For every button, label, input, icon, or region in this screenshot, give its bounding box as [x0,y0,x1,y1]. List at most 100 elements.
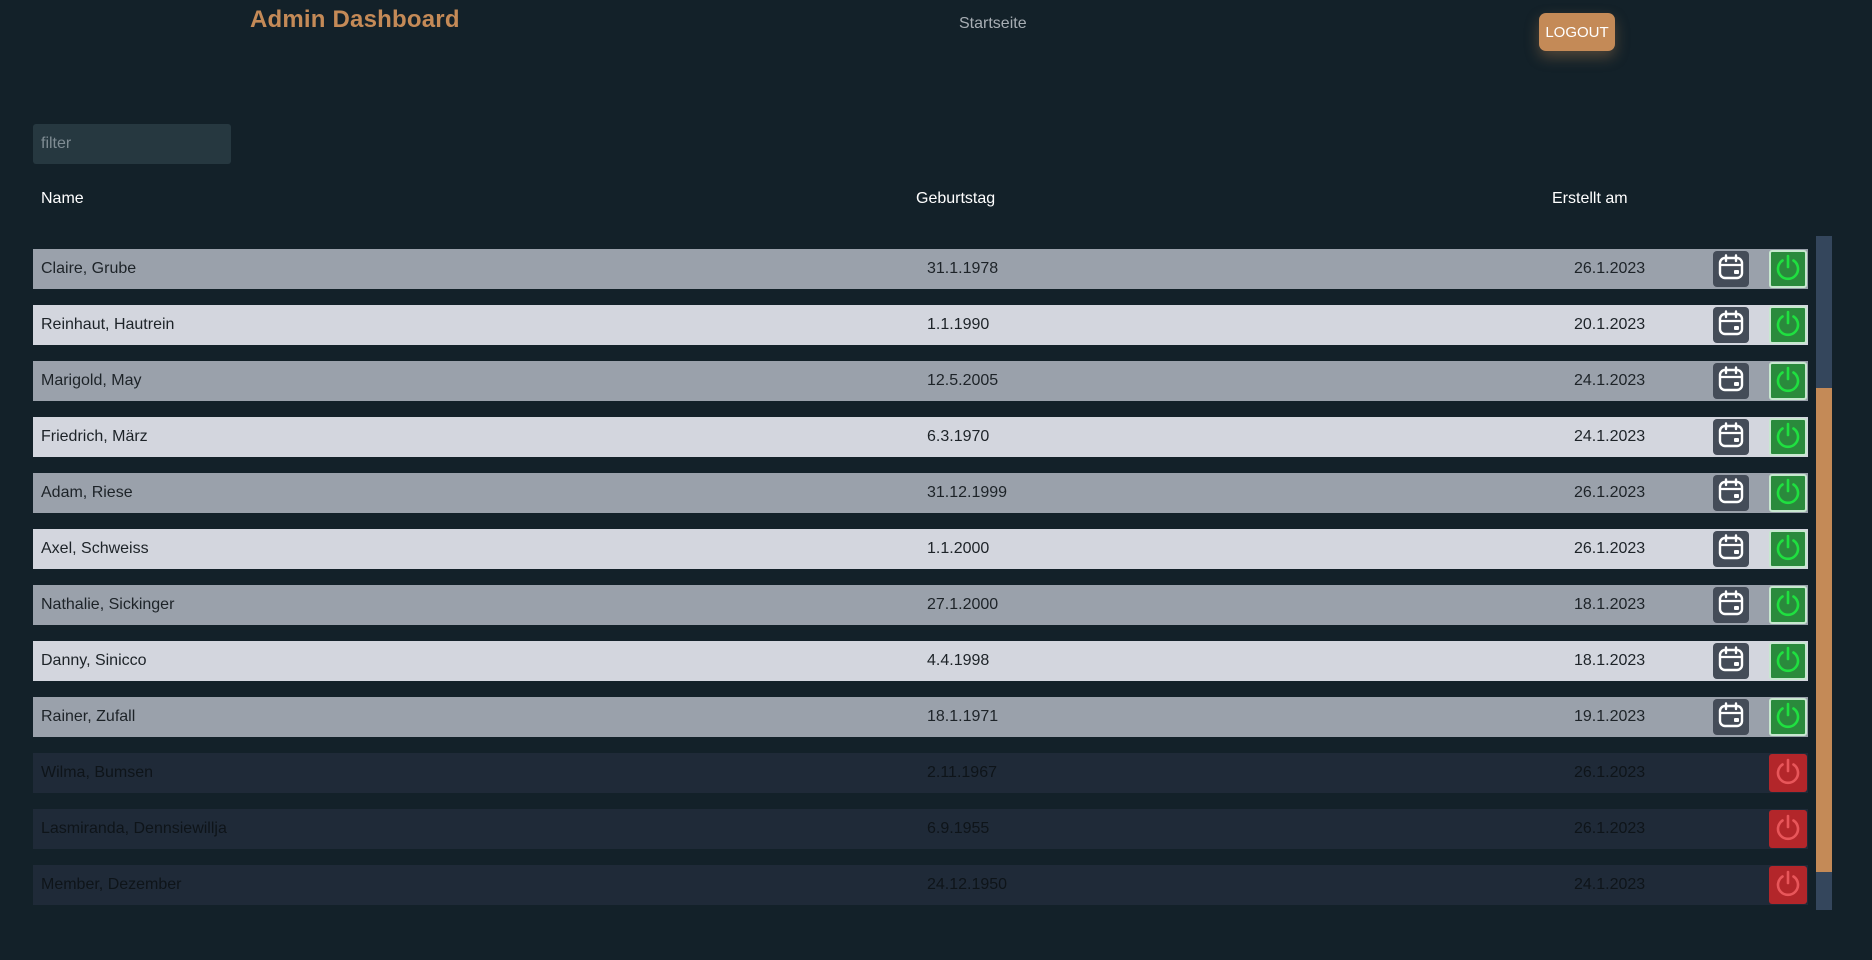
row-name: Adam, Riese [41,484,133,501]
row-created: 24.1.2023 [1574,876,1646,893]
power-icon [1773,476,1803,511]
table-row: Claire, Grube 31.1.1978 26.1.2023 [33,249,1808,289]
row-created: 19.1.2023 [1574,708,1646,725]
column-header-name: Name [41,190,84,207]
row-name: Rainer, Zufall [41,708,136,725]
row-name: Friedrich, März [41,428,148,445]
row-name: Marigold, May [41,372,142,389]
power-icon [1773,756,1803,791]
row-name: Danny, Sinicco [41,652,147,669]
deactivate-button[interactable] [1769,586,1807,624]
calendar-icon [1717,253,1745,286]
row-name: Member, Dezember [41,876,182,893]
power-icon [1773,700,1803,735]
table-row: Rainer, Zufall 18.1.1971 19.1.2023 [33,697,1808,737]
row-name: Axel, Schweiss [41,540,149,557]
power-icon [1773,364,1803,399]
calendar-icon [1717,701,1745,734]
deactivate-button[interactable] [1769,474,1807,512]
row-birthday: 1.1.1990 [927,316,990,333]
column-header-birthday: Geburtstag [916,190,996,207]
power-icon [1773,420,1803,455]
table-row: Reinhaut, Hautrein 1.1.1990 20.1.2023 [33,305,1808,345]
power-icon [1773,532,1803,567]
power-icon [1773,868,1803,903]
row-birthday: 6.3.1970 [927,428,990,445]
row-created: 24.1.2023 [1574,428,1646,445]
scrollbar[interactable] [1816,236,1832,910]
calendar-button[interactable] [1713,419,1749,455]
row-created: 24.1.2023 [1574,372,1646,389]
deactivate-button[interactable] [1769,642,1807,680]
row-created: 18.1.2023 [1574,596,1646,613]
row-name: Lasmiranda, Dennsiewillja [41,820,227,837]
table-row: Adam, Riese 31.12.1999 26.1.2023 [33,473,1808,513]
table-row: Wilma, Bumsen 2.11.1967 26.1.2023 [33,753,1808,793]
row-birthday: 4.4.1998 [927,652,990,669]
row-name: Claire, Grube [41,260,137,277]
activate-button[interactable] [1769,866,1807,904]
row-name: Nathalie, Sickinger [41,596,175,613]
row-birthday: 31.1.1978 [927,260,999,277]
deactivate-button[interactable] [1769,362,1807,400]
row-birthday: 12.5.2005 [927,372,999,389]
power-icon [1773,644,1803,679]
row-birthday: 27.1.2000 [927,596,999,613]
row-created: 26.1.2023 [1574,260,1646,277]
deactivate-button[interactable] [1769,530,1807,568]
table-row: Nathalie, Sickinger 27.1.2000 18.1.2023 [33,585,1808,625]
calendar-icon [1717,533,1745,566]
logout-button[interactable]: LOGOUT [1539,13,1615,51]
power-icon [1773,308,1803,343]
row-name: Wilma, Bumsen [41,764,154,781]
calendar-icon [1717,589,1745,622]
row-created: 26.1.2023 [1574,540,1646,557]
power-icon [1773,252,1803,287]
deactivate-button[interactable] [1769,418,1807,456]
table-row: Member, Dezember 24.12.1950 24.1.2023 [33,865,1808,905]
power-icon [1773,588,1803,623]
scrollbar-thumb[interactable] [1816,388,1832,872]
calendar-icon [1717,645,1745,678]
column-header-created: Erstellt am [1552,190,1628,207]
table-row: Marigold, May 12.5.2005 24.1.2023 [33,361,1808,401]
row-birthday: 6.9.1955 [927,820,990,837]
row-created: 26.1.2023 [1574,764,1646,781]
row-name: Reinhaut, Hautrein [41,316,175,333]
row-birthday: 31.12.1999 [927,484,1008,501]
row-birthday: 2.11.1967 [927,764,997,781]
deactivate-button[interactable] [1769,306,1807,344]
calendar-button[interactable] [1713,251,1749,287]
filter-input[interactable] [33,124,231,164]
row-created: 26.1.2023 [1574,484,1646,501]
row-birthday: 1.1.2000 [927,540,990,557]
activate-button[interactable] [1769,810,1807,848]
user-table: Claire, Grube 31.1.1978 26.1.2023 Reinhaut,… [33,249,1808,921]
table-row: Axel, Schweiss 1.1.2000 26.1.2023 [33,529,1808,569]
row-created: 18.1.2023 [1574,652,1646,669]
activate-button[interactable] [1769,754,1807,792]
calendar-button[interactable] [1713,363,1749,399]
calendar-button[interactable] [1713,475,1749,511]
calendar-icon [1717,421,1745,454]
calendar-button[interactable] [1713,587,1749,623]
row-created: 20.1.2023 [1574,316,1646,333]
row-birthday: 18.1.1971 [927,708,999,725]
table-row: Friedrich, März 6.3.1970 24.1.2023 [33,417,1808,457]
deactivate-button[interactable] [1769,698,1807,736]
page-title: Admin Dashboard [250,6,460,33]
calendar-icon [1717,477,1745,510]
row-birthday: 24.12.1950 [927,876,1008,893]
calendar-icon [1717,365,1745,398]
deactivate-button[interactable] [1769,250,1807,288]
calendar-button[interactable] [1713,531,1749,567]
calendar-button[interactable] [1713,643,1749,679]
calendar-button[interactable] [1713,699,1749,735]
table-row: Lasmiranda, Dennsiewillja 6.9.1955 26.1.20… [33,809,1808,849]
table-row: Danny, Sinicco 4.4.1998 18.1.2023 [33,641,1808,681]
calendar-icon [1717,309,1745,342]
row-created: 26.1.2023 [1574,820,1646,837]
calendar-button[interactable] [1713,307,1749,343]
power-icon [1773,812,1803,847]
nav-link-startseite[interactable]: Startseite [959,15,1027,33]
